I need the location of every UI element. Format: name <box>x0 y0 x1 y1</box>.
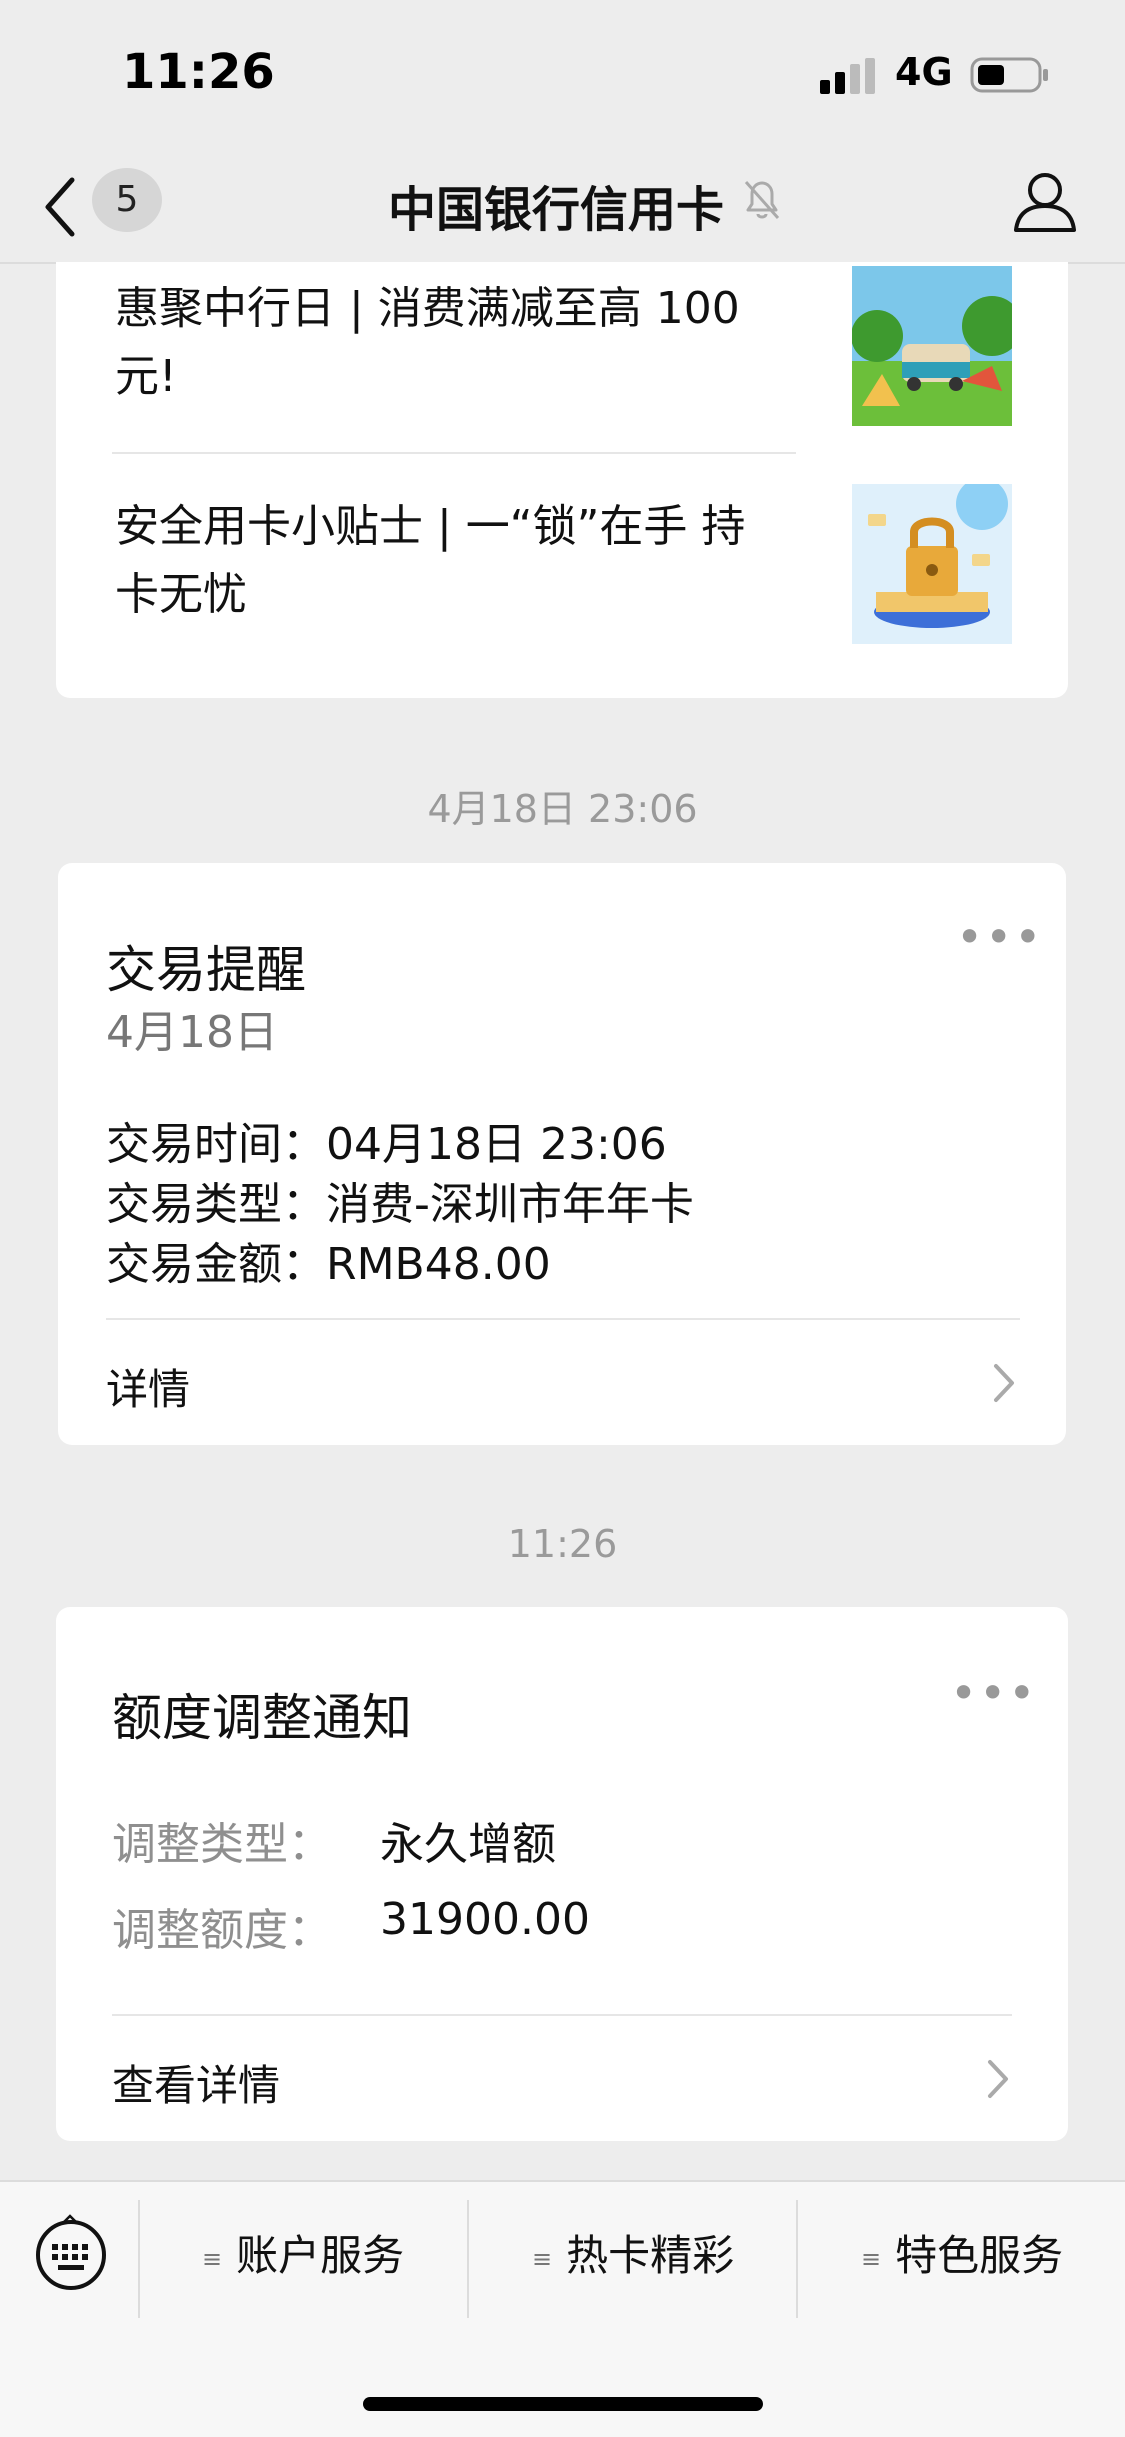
card-title: 额度调整通知 <box>112 1689 412 1747</box>
article-title-line: 卡无忧 <box>115 569 247 620</box>
menu-list-icon: ≡ <box>861 2244 882 2273</box>
profile-icon[interactable] <box>1010 168 1080 236</box>
mute-notifications-icon <box>744 181 780 219</box>
transaction-time: 交易时间：04月18日 23:06 <box>106 1119 667 1170</box>
article-title-line: 安全用卡小贴士 | 一“锁”在手 持 <box>115 501 746 552</box>
more-options-icon[interactable]: ••• <box>950 1666 1037 1720</box>
cellular-signal-icon <box>820 58 875 94</box>
adjustment-type-value: 永久增额 <box>380 1819 556 1870</box>
keyboard-toggle-icon[interactable] <box>34 2218 108 2292</box>
details-link-label: 详情 <box>106 1365 191 1414</box>
field-label: 调整额度： <box>112 1905 332 1956</box>
card-subtitle: 4月18日 <box>106 1007 278 1058</box>
more-options-icon[interactable]: ••• <box>956 910 1043 964</box>
view-details-label: 查看详情 <box>112 2061 281 2110</box>
menu-list-icon: ≡ <box>202 2244 223 2273</box>
transaction-type: 交易类型：消费-深圳市年年卡 <box>106 1179 694 1230</box>
article-title-line: 元! <box>115 351 177 402</box>
message-timestamp: 11:26 <box>507 1522 618 1566</box>
article-thumbnail <box>852 266 1012 426</box>
menu-separator <box>138 2200 140 2318</box>
card-title: 交易提醒 <box>106 941 306 999</box>
article-thumbnail <box>852 484 1012 644</box>
menu-separator <box>467 2200 469 2318</box>
back-arrow-icon[interactable] <box>38 172 82 242</box>
divider <box>112 452 796 454</box>
menu-tab-label: 账户服务 <box>236 2231 405 2280</box>
transaction-amount: 交易金额：RMB48.00 <box>106 1239 551 1290</box>
divider <box>112 2014 1012 2016</box>
chevron-right-icon <box>994 1364 1014 1402</box>
field-label: 调整类型： <box>112 1819 332 1870</box>
unread-count-badge[interactable]: 5 <box>92 168 162 232</box>
menu-tab-label: 热卡精彩 <box>566 2231 735 2280</box>
divider <box>106 1318 1020 1320</box>
chat-title: 中国银行信用卡 <box>388 182 725 238</box>
battery-icon <box>970 57 1048 93</box>
home-indicator <box>363 2397 763 2411</box>
menu-tab-account-services[interactable]: ≡ 账户服务 <box>202 2222 404 2283</box>
menu-tab-hot-cards[interactable]: ≡ 热卡精彩 <box>532 2222 734 2283</box>
adjustment-amount-value: 31900.00 <box>380 1894 590 1945</box>
chevron-right-icon <box>988 2060 1008 2098</box>
status-time: 11:26 <box>122 44 275 100</box>
menu-tab-featured-services[interactable]: ≡ 特色服务 <box>861 2222 1063 2283</box>
menu-tab-label: 特色服务 <box>895 2231 1064 2280</box>
expand-up-icon <box>63 2214 77 2223</box>
message-timestamp: 4月18日 23:06 <box>427 787 698 831</box>
network-type: 4G <box>895 50 953 94</box>
status-bar: 11:26 4G <box>0 0 1125 150</box>
menu-list-icon: ≡ <box>532 2244 553 2273</box>
menu-separator <box>796 2200 798 2318</box>
article-title-line: 惠聚中行日 | 消费满减至高 100 <box>115 283 740 334</box>
